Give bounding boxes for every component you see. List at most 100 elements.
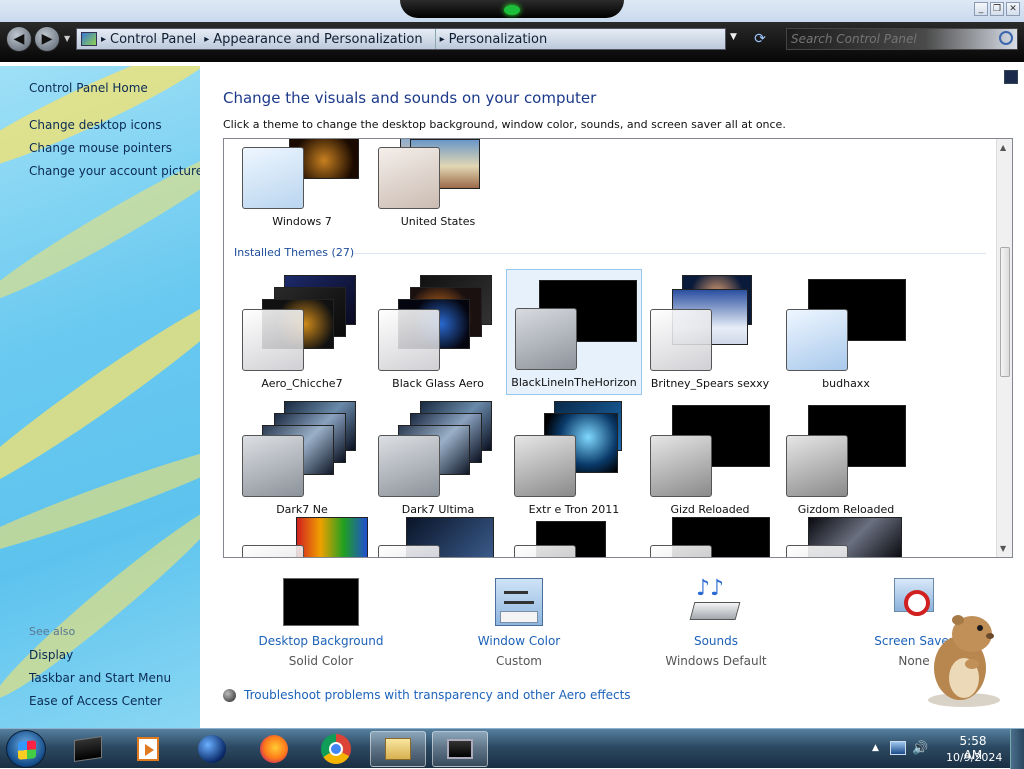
theme-color-swatch (378, 147, 440, 209)
window-color-link[interactable]: Window Color (429, 634, 609, 648)
search-box[interactable] (786, 28, 1018, 50)
hamster-gadget-icon[interactable] (920, 608, 1006, 708)
volume-icon[interactable]: 🔊 (912, 741, 928, 757)
theme-color-swatch (514, 545, 576, 557)
taskbar-app-control-panel[interactable] (432, 731, 488, 767)
search-input[interactable] (787, 29, 987, 49)
address-bar[interactable]: ▸ Control Panel ▸ Appearance and Persona… (76, 28, 726, 50)
theme-partial[interactable] (506, 511, 642, 557)
control-panel-home-link[interactable]: Control Panel Home (29, 81, 148, 95)
theme-partial[interactable] (778, 511, 914, 557)
theme-color-swatch (650, 435, 712, 497)
scrollbar-thumb[interactable] (1000, 247, 1010, 377)
breadcrumb-appearance[interactable]: Appearance and Personalization (209, 32, 430, 47)
theme-partial[interactable] (370, 511, 506, 557)
installed-themes-label: Installed Themes (27) (234, 246, 355, 259)
troubleshoot-link-text[interactable]: Troubleshoot problems with transparency … (244, 688, 631, 702)
theme-dark7-ne[interactable]: Dark7 Ne (234, 397, 370, 523)
refresh-icon[interactable]: ⟳ (750, 30, 770, 48)
taskbar-app-globe[interactable] (184, 731, 240, 767)
change-account-picture-link[interactable]: Change your account picture (29, 164, 200, 178)
ease-of-access-link[interactable]: Ease of Access Center (29, 694, 162, 708)
change-desktop-icons-link[interactable]: Change desktop icons (29, 118, 162, 132)
globe-app-icon (198, 735, 226, 763)
solid-color-icon (283, 578, 359, 626)
taskbar-app-chrome[interactable] (308, 731, 364, 767)
theme-thumbnail (296, 517, 368, 557)
start-button[interactable] (6, 730, 46, 768)
back-button[interactable]: ◀ (6, 26, 32, 52)
sidebar: Control Panel Home Change desktop icons … (0, 66, 200, 728)
taskbar-app-firefox[interactable] (246, 731, 302, 767)
window-color-option[interactable]: Window Color Custom (429, 576, 609, 668)
window-color-value: Custom (496, 654, 542, 668)
theme-britney-spears-sexxy[interactable]: Britney_Spears sexxy (642, 271, 778, 397)
theme-color-swatch (786, 435, 848, 497)
desktop-background-link[interactable]: Desktop Background (231, 634, 411, 648)
scroll-up-icon[interactable]: ▲ (1000, 143, 1006, 152)
theme-dark7-ultima[interactable]: Dark7 Ultima (370, 397, 506, 523)
desktop-background-value: Solid Color (288, 654, 354, 668)
theme-color-swatch (378, 545, 440, 557)
search-icon[interactable] (999, 31, 1013, 45)
monitor-icon (447, 739, 473, 759)
theme-black-glass-aero[interactable]: Black Glass Aero (370, 271, 506, 397)
title-notch (400, 0, 624, 18)
theme-gizdom-reloaded-1[interactable]: Gizd Reloaded (642, 397, 778, 523)
personalization-window: _ ❐ ✕ ◀ ▶ ▼ ▸ Control Panel ▸ Appearance… (0, 0, 1024, 728)
taskbar-app-explorer[interactable] (370, 731, 426, 767)
theme-name: Black Glass Aero (392, 377, 484, 390)
sounds-link[interactable]: Sounds (626, 634, 806, 648)
maximize-button[interactable]: ❐ (990, 2, 1004, 16)
theme-partial[interactable] (234, 511, 370, 557)
theme-windows-7[interactable]: Windows 7 (234, 139, 370, 259)
show-hidden-icons-icon[interactable]: ▲ (872, 743, 879, 753)
theme-color-swatch (515, 308, 577, 370)
group-divider (354, 253, 986, 254)
recent-pages-dropdown-icon[interactable]: ▼ (64, 34, 70, 43)
help-icon[interactable] (1004, 70, 1018, 84)
page-description: Click a theme to change the desktop back… (223, 118, 786, 131)
theme-list[interactable]: Windows 7 United States Installed Themes… (223, 138, 1013, 558)
theme-color-swatch (242, 435, 304, 497)
scroll-down-icon[interactable]: ▼ (1000, 544, 1006, 553)
sounds-value: Windows Default (665, 654, 767, 668)
taskbar-app-terminal[interactable] (60, 731, 116, 767)
network-icon[interactable] (890, 741, 906, 755)
terminal-icon (74, 736, 102, 762)
display-link[interactable]: Display (29, 648, 73, 662)
theme-list-scrollbar[interactable]: ▲ ▼ (996, 139, 1012, 557)
taskbar-app-media-player[interactable] (120, 731, 176, 767)
clock-date[interactable]: 10/9/2024 (946, 751, 1002, 764)
close-button[interactable]: ✕ (1006, 2, 1020, 16)
theme-blacklineinthehorizon[interactable]: BlackLineInTheHorizon (506, 269, 642, 395)
theme-extreme-tron-2011[interactable]: Extr e Tron 2011 (506, 397, 642, 523)
desktop-background-option[interactable]: Desktop Background Solid Color (231, 576, 411, 668)
media-player-icon (137, 737, 159, 761)
breadcrumb-control-panel[interactable]: Control Panel (106, 32, 204, 47)
theme-name: BlackLineInTheHorizon (511, 376, 637, 389)
breadcrumb-personalization[interactable]: Personalization (445, 32, 556, 47)
forward-button[interactable]: ▶ (34, 26, 60, 52)
theme-color-swatch (242, 309, 304, 371)
address-dropdown-icon[interactable]: ▼ (730, 32, 737, 42)
theme-color-swatch (650, 309, 712, 371)
background-swoosh (0, 128, 200, 314)
theme-partial[interactable] (642, 511, 778, 557)
theme-gizdom-reloaded-2[interactable]: Gizdom Reloaded (778, 397, 914, 523)
title-bar: _ ❐ ✕ (0, 0, 1024, 22)
theme-united-states[interactable]: United States (370, 139, 506, 259)
troubleshoot-link[interactable]: Troubleshoot problems with transparency … (223, 688, 631, 702)
theme-budhaxx[interactable]: budhaxx (778, 271, 914, 397)
minimize-button[interactable]: _ (974, 2, 988, 16)
show-desktop-button[interactable] (1010, 729, 1024, 769)
taskbar-start-menu-link[interactable]: Taskbar and Start Menu (29, 671, 171, 685)
theme-name: Windows 7 (272, 215, 332, 228)
sounds-option[interactable]: ♪♪ Sounds Windows Default (626, 576, 806, 669)
taskbar: ▲ 🔊 5:58 AM 10/9/2024 (0, 728, 1024, 769)
change-mouse-pointers-link[interactable]: Change mouse pointers (29, 141, 172, 155)
theme-color-swatch (650, 545, 712, 557)
theme-color-swatch (242, 147, 304, 209)
windows-logo-icon (18, 740, 36, 760)
theme-aero-chicche7[interactable]: Aero_Chicche7 (234, 271, 370, 397)
